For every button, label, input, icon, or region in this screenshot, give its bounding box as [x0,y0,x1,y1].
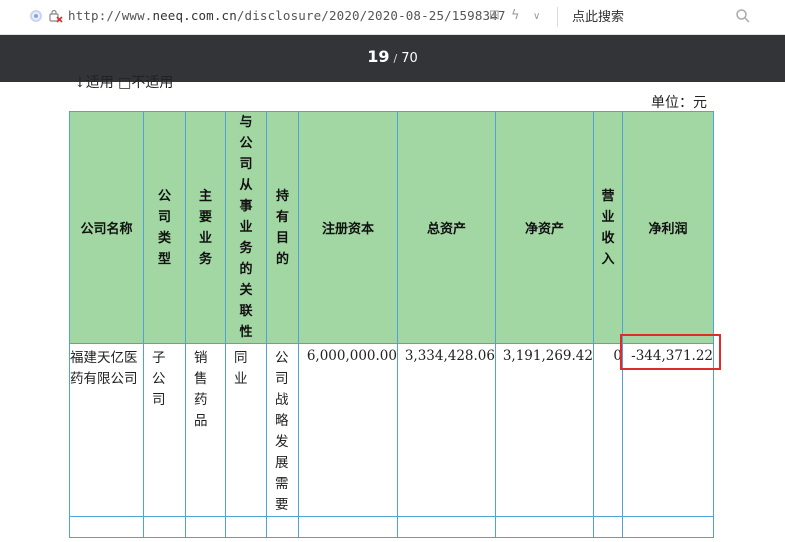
subsidiary-table: 公司名称 公司类型 主要业务 与公司从事业务的关联性 持有目的 注册资本 总资产… [69,111,714,538]
table-header-row: 公司名称 公司类型 主要业务 与公司从事业务的关联性 持有目的 注册资本 总资产… [69,111,714,344]
address-bar: http://www.neeq.com.cn/disclosure/2020/2… [0,0,785,35]
empty-cell [622,516,714,538]
header-revenue: 营业收入 [593,111,623,344]
header-company-type: 公司类型 [143,111,186,344]
url-field[interactable]: http://www.neeq.com.cn/disclosure/2020/2… [68,8,506,23]
header-total-assets: 总资产 [397,111,496,344]
url-prefix: http://www. [68,8,153,23]
header-company-name: 公司名称 [69,111,144,344]
lightning-icon[interactable]: ϟ [511,8,520,23]
search-icon[interactable] [735,8,751,24]
cell-company-type: 子公司 [143,343,186,517]
site-security-icon[interactable] [30,10,42,22]
page-indicator: 19 /70 [0,47,785,66]
cell-main-business: 销售药品 [185,343,226,517]
blocked-content-icon[interactable] [49,9,63,23]
pdf-page: ↓适用 □不适用 单位：元 公司名称 公司类型 主要业务 与公司从事业务的关联性… [0,75,785,542]
page-separator: / [393,52,398,65]
url-host: neeq.com.cn [152,8,237,23]
header-net-assets: 净资产 [495,111,594,344]
empty-cell [266,516,299,538]
empty-cell [397,516,496,538]
site-info[interactable] [30,9,64,25]
cell-revenue: 0 [593,343,623,517]
empty-cell [593,516,623,538]
empty-cell [495,516,594,538]
cell-purpose: 公司战略发展需要 [266,343,299,517]
address-tools: ⊞ ϟ ∨ [489,8,549,26]
header-main-business: 主要业务 [185,111,226,344]
cell-relation: 同业 [225,343,267,517]
chevron-down-icon[interactable]: ∨ [533,11,540,22]
empty-cell [69,516,144,538]
header-relation: 与公司从事业务的关联性 [225,111,267,344]
empty-cell [185,516,226,538]
unit-label: 单位：元 [651,95,707,111]
net-profit-highlight [620,334,721,370]
header-purpose: 持有目的 [266,111,299,344]
cell-registered-capital: 6,000,000.00 [298,343,398,517]
section-heading-partial: ↓适用 □不适用 [74,75,174,91]
header-registered-capital: 注册资本 [298,111,398,344]
toolbar-divider [557,7,558,27]
current-page[interactable]: 19 [367,47,389,66]
table-row-empty [69,516,714,538]
cell-total-assets: 3,334,428.06 [397,343,496,517]
cell-net-assets: 3,191,269.42 [495,343,594,517]
empty-cell [298,516,398,538]
url-path: /disclosure/2020/2020-08-25/1598347 [236,8,506,23]
search-input[interactable] [572,6,732,28]
table-row: 福建天亿医药有限公司 子公司 销售药品 同业 公司战略发展需要 6,000,00… [69,343,714,517]
total-pages: 70 [401,51,418,66]
grid-icon[interactable]: ⊞ [489,8,500,23]
empty-cell [225,516,267,538]
header-net-profit: 净利润 [622,111,714,344]
empty-cell [143,516,186,538]
cell-company-name: 福建天亿医药有限公司 [69,343,144,517]
